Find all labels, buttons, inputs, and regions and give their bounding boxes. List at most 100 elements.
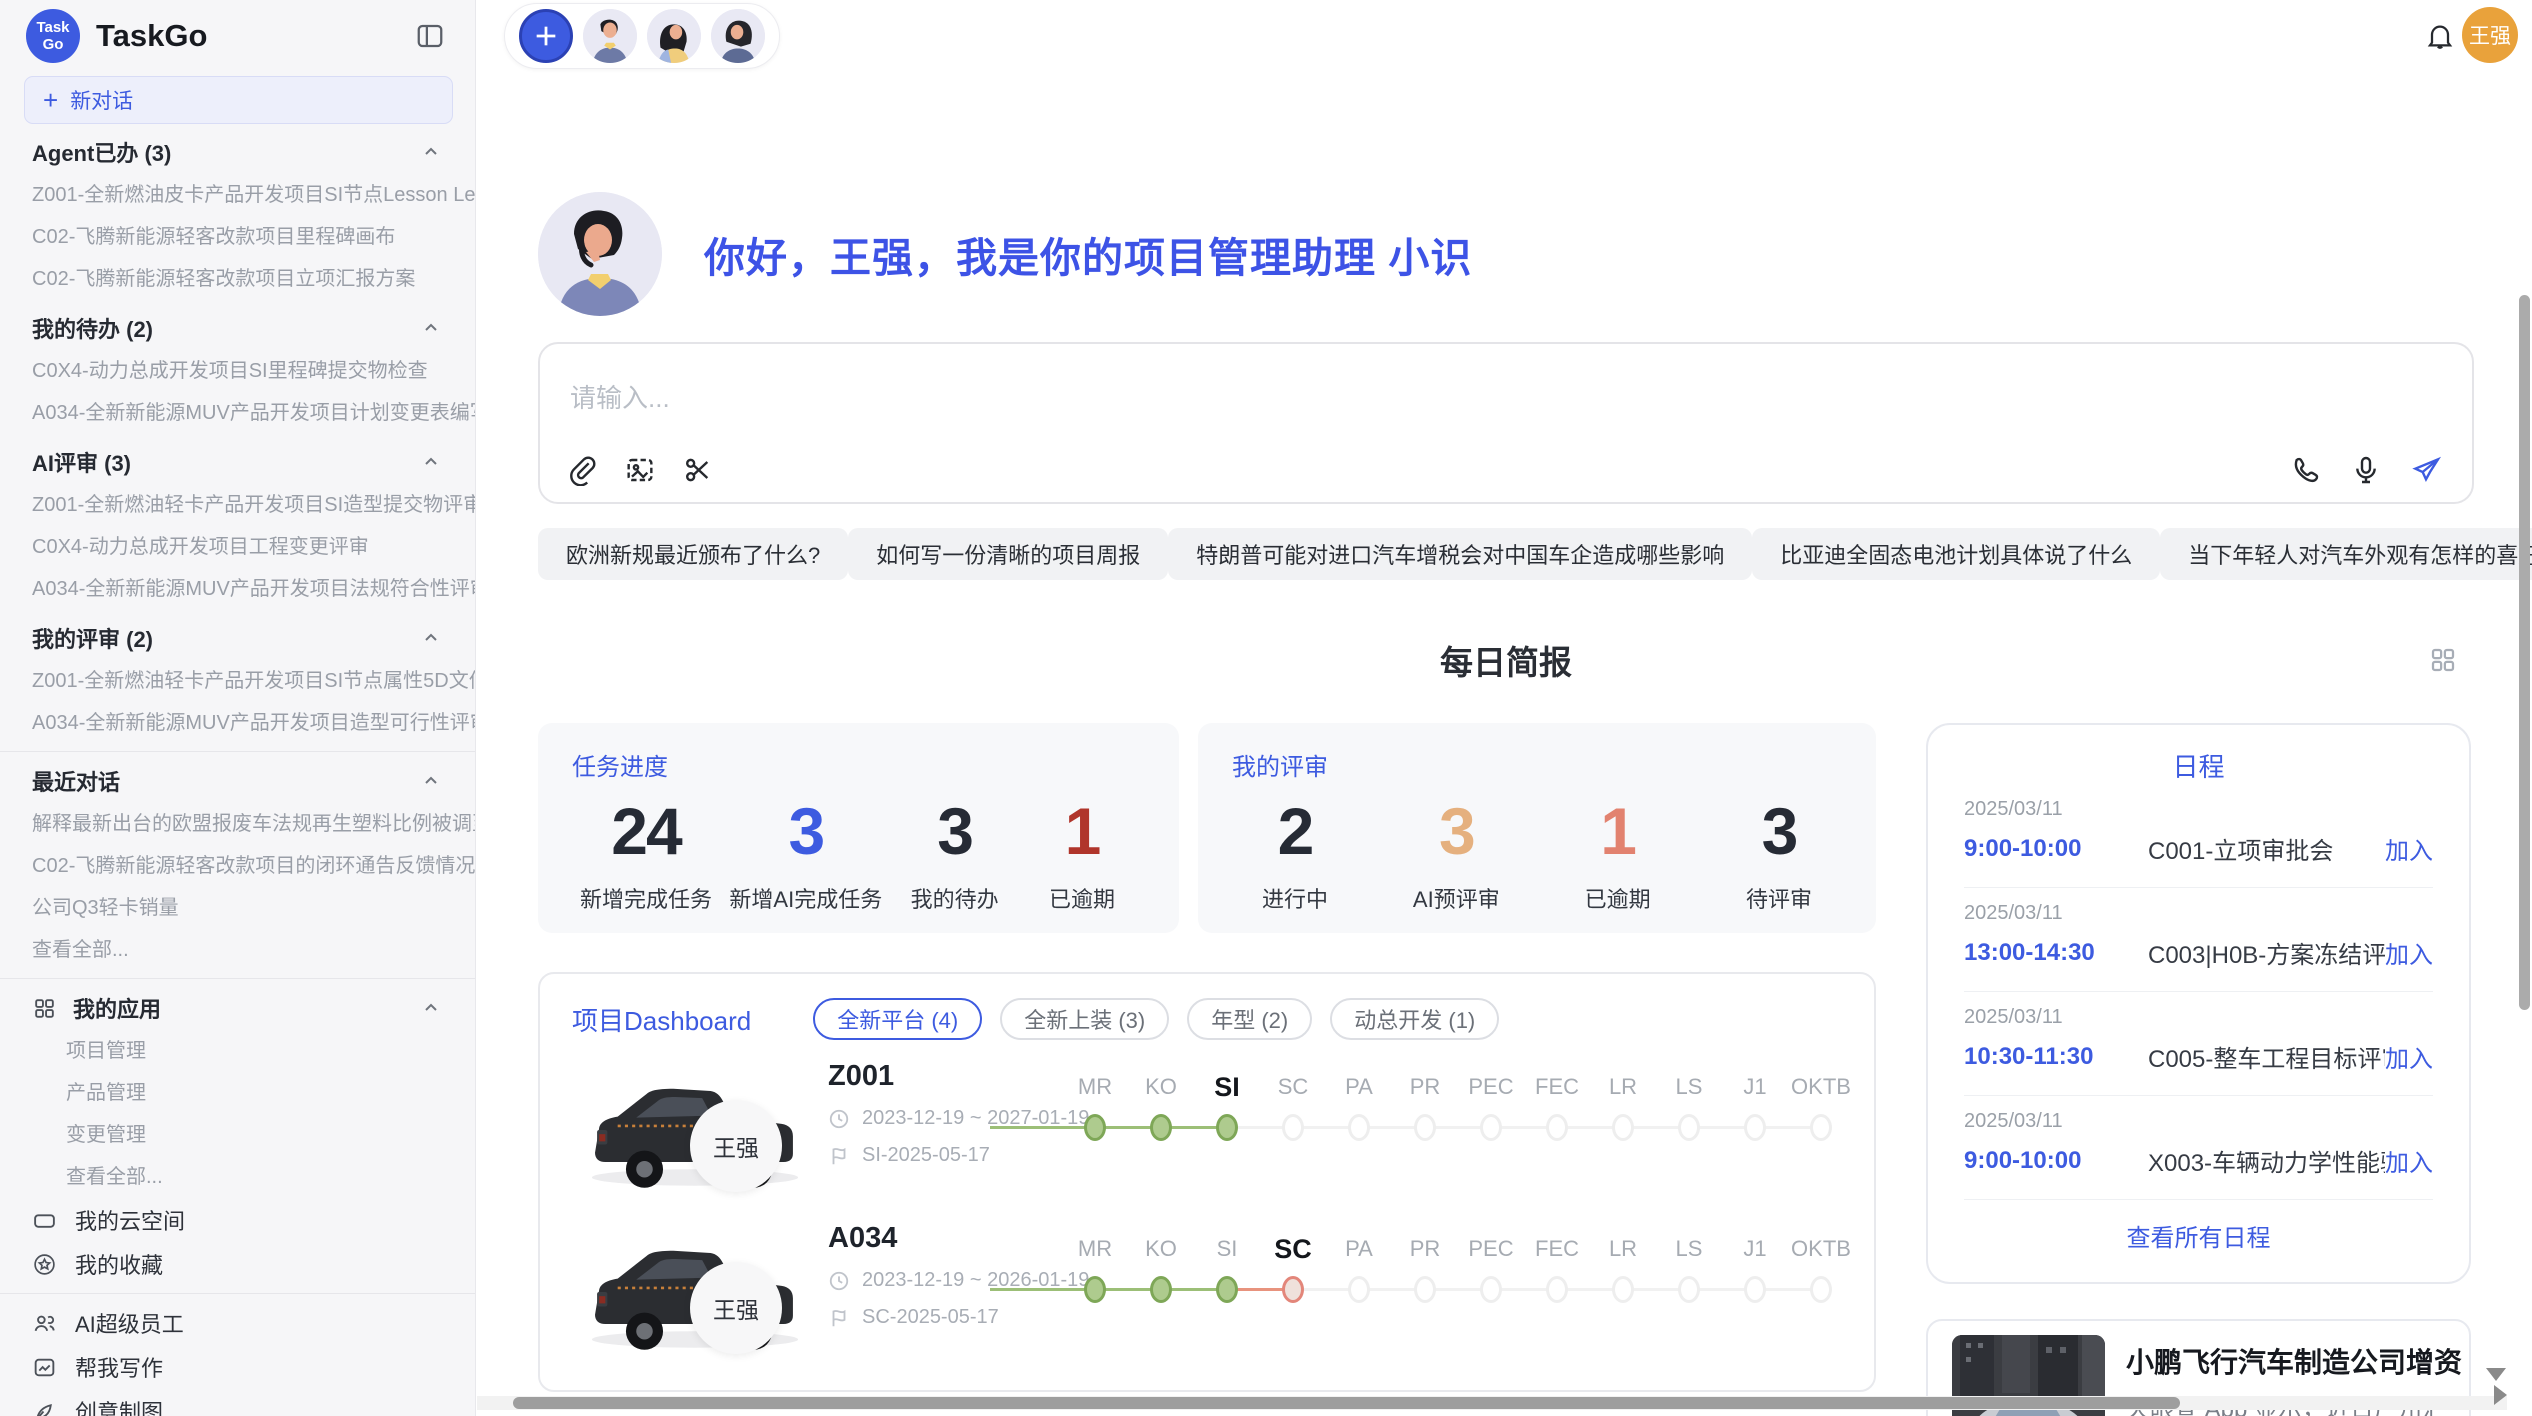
recent-chat-item[interactable]: 公司Q3轻卡销量 bbox=[0, 887, 475, 929]
phone-call-icon[interactable] bbox=[2290, 454, 2322, 486]
notification-bell-icon[interactable] bbox=[2424, 20, 2456, 52]
milestone-label: OKTB bbox=[1791, 1234, 1851, 1264]
section-title: Agent已办 (3) bbox=[32, 136, 171, 168]
metric-value: 3 bbox=[1401, 792, 1511, 870]
milestone-dot bbox=[1150, 1276, 1172, 1303]
microphone-icon[interactable] bbox=[2350, 454, 2382, 486]
sidebar-item[interactable]: Z001-全新燃油轻卡产品开发项目SI造型提交物评审 bbox=[0, 484, 475, 526]
sidebar-item[interactable]: A034-全新新能源MUV产品开发项目造型可行性评审 bbox=[0, 702, 475, 744]
app-item-change-mgmt[interactable]: 变更管理 bbox=[0, 1114, 475, 1156]
divider bbox=[0, 978, 475, 979]
sidebar-item[interactable]: A034-全新新能源MUV产品开发项目法规符合性评审 bbox=[0, 568, 475, 610]
sidebar-item[interactable]: A034-全新新能源MUV产品开发项目计划变更表编写 bbox=[0, 392, 475, 434]
vertical-scrollbar-thumb[interactable] bbox=[2519, 295, 2530, 1010]
apps-view-all[interactable]: 查看全部... bbox=[0, 1156, 475, 1198]
suggestion-chips: 欧洲新规最近颁布了什么? 如何写一份清晰的项目周报 特朗普可能对进口汽车增税会对… bbox=[538, 528, 2474, 580]
section-header-my-review[interactable]: 我的评审 (2) bbox=[0, 616, 475, 660]
milestone-dot bbox=[1810, 1114, 1832, 1141]
view-all-schedule-link[interactable]: 查看所有日程 bbox=[1928, 1200, 2469, 1253]
event-date: 2025/03/11 bbox=[1964, 902, 2433, 925]
flag-label: SC-2025-05-17 bbox=[862, 1306, 999, 1329]
app-item-product-mgmt[interactable]: 产品管理 bbox=[0, 1072, 475, 1114]
user-avatar[interactable]: 王强 bbox=[2462, 7, 2518, 63]
flag-label: SI-2025-05-17 bbox=[862, 1144, 990, 1167]
news-title: 小鹏飞行汽车制造公司增资 bbox=[2126, 1341, 2462, 1381]
sidebar-item-label: 帮我写作 bbox=[75, 1351, 163, 1383]
scissors-icon[interactable] bbox=[682, 454, 714, 486]
sidebar-item-favorites[interactable]: 我的收藏 bbox=[0, 1242, 475, 1286]
app-window: Task Go TaskGo + 新对话 Agent已办 (3) Z001-全新… bbox=[0, 0, 2532, 1416]
divider bbox=[0, 1293, 475, 1294]
tab-new-platform[interactable]: 全新平台 (4) bbox=[813, 998, 982, 1040]
composer-right-icons bbox=[2290, 454, 2442, 486]
recent-view-all[interactable]: 查看全部... bbox=[0, 929, 475, 971]
recent-chat-item[interactable]: C02-飞腾新能源轻客改款项目的闭环通告反馈情况 bbox=[0, 845, 475, 887]
dashboard-title: 项目Dashboard bbox=[572, 1001, 751, 1038]
milestone-label: KO bbox=[1145, 1234, 1177, 1264]
app-item-project-mgmt[interactable]: 项目管理 bbox=[0, 1030, 475, 1072]
suggestion-chip[interactable]: 比亚迪全固态电池计划具体说了什么 bbox=[1752, 528, 2160, 580]
join-link[interactable]: 加入 bbox=[2385, 831, 2433, 866]
suggestion-chip[interactable]: 当下年轻人对汽车外观有怎样的喜好趋势 bbox=[2160, 528, 2532, 580]
tab-powertrain[interactable]: 动总开发 (1) bbox=[1330, 998, 1499, 1040]
project-row-z001[interactable]: 王强 Z001 2023-12-19 ~ 2027-01-19 SI-2025-… bbox=[540, 1054, 1874, 1212]
sidebar-item[interactable]: C0X4-动力总成开发项目工程变更评审 bbox=[0, 526, 475, 568]
sidebar-item-creative-drawing[interactable]: 创意制图 bbox=[0, 1389, 475, 1416]
chevron-up-icon bbox=[421, 998, 441, 1018]
sidebar-item[interactable]: C0X4-动力总成开发项目SI里程碑提交物检查 bbox=[0, 350, 475, 392]
avatar-contact-3[interactable] bbox=[711, 9, 765, 63]
add-contact-button[interactable] bbox=[519, 9, 573, 63]
milestone-label: OKTB bbox=[1791, 1072, 1851, 1102]
screenshot-icon[interactable] bbox=[624, 454, 656, 486]
section-header-ai-review[interactable]: AI评审 (3) bbox=[0, 440, 475, 484]
tab-new-body[interactable]: 全新上装 (3) bbox=[1000, 998, 1169, 1040]
horizontal-scrollbar-thumb[interactable] bbox=[513, 1397, 2180, 1409]
event-date: 2025/03/11 bbox=[1964, 1006, 2433, 1029]
main-content: 王强 你好，王强，我是你的项目管理助理 小识 请输入... bbox=[476, 0, 2532, 1416]
project-info: A034 2023-12-19 ~ 2026-01-19 SC-2025-05-… bbox=[828, 1222, 1058, 1329]
milestone-label: SI bbox=[1217, 1234, 1238, 1264]
metric-value: 3 bbox=[729, 792, 882, 870]
metric-value: 3 bbox=[900, 792, 1010, 870]
sidebar-collapse-icon[interactable] bbox=[415, 21, 445, 51]
project-owner-badge: 王强 bbox=[690, 1262, 782, 1354]
join-link[interactable]: 加入 bbox=[2385, 1039, 2433, 1074]
sidebar-item[interactable]: C02-飞腾新能源轻客改款项目立项汇报方案 bbox=[0, 258, 475, 300]
avatar-contact-1[interactable] bbox=[583, 9, 637, 63]
event-time: 13:00-14:30 bbox=[1964, 939, 2114, 967]
sidebar-item[interactable]: C02-飞腾新能源轻客改款项目里程碑画布 bbox=[0, 216, 475, 258]
sidebar-item[interactable]: Z001-全新燃油轻卡产品开发项目SI节点属性5D文件评审 bbox=[0, 660, 475, 702]
section-header-my-todo[interactable]: 我的待办 (2) bbox=[0, 306, 475, 350]
avatar-contact-2[interactable] bbox=[647, 9, 701, 63]
milestone-label: PEC bbox=[1468, 1234, 1513, 1264]
metric-ai-prereview: 3 AI预评审 bbox=[1401, 792, 1511, 914]
project-row-a034[interactable]: 王强 A034 2023-12-19 ~ 2026-01-19 SC-2025-… bbox=[540, 1216, 1874, 1374]
section-header-agent-done[interactable]: Agent已办 (3) bbox=[0, 130, 475, 174]
sidebar-item-help-me-write[interactable]: 帮我写作 bbox=[0, 1345, 475, 1389]
layout-grid-icon[interactable] bbox=[2428, 645, 2458, 675]
chevron-up-icon bbox=[421, 628, 441, 648]
milestone-label: FEC bbox=[1535, 1234, 1579, 1264]
milestone-label: PA bbox=[1345, 1234, 1373, 1264]
section-header-recent-chats[interactable]: 最近对话 bbox=[0, 759, 475, 803]
metric-pending-review: 3 待评审 bbox=[1724, 792, 1834, 914]
recent-chat-item[interactable]: 解释最新出台的欧盟报废车法规再生塑料比例被调至15%... bbox=[0, 803, 475, 845]
chat-input-box[interactable]: 请输入... bbox=[538, 342, 2474, 504]
attachment-icon[interactable] bbox=[566, 454, 598, 486]
suggestion-chip[interactable]: 特朗普可能对进口汽车增税会对中国车企造成哪些影响 bbox=[1168, 528, 1752, 580]
new-chat-button[interactable]: + 新对话 bbox=[24, 76, 453, 124]
scrollbar-down-arrow[interactable] bbox=[2486, 1368, 2506, 1381]
metric-new-done: 24 新增完成任务 bbox=[580, 792, 712, 914]
join-link[interactable]: 加入 bbox=[2385, 1143, 2433, 1178]
send-icon[interactable] bbox=[2410, 454, 2442, 486]
sidebar-item[interactable]: Z001-全新燃油皮卡产品开发项目SI节点Lesson Learn报告 bbox=[0, 174, 475, 216]
section-header-my-apps[interactable]: 我的应用 bbox=[0, 986, 475, 1030]
sidebar-item-cloud-space[interactable]: 我的云空间 bbox=[0, 1198, 475, 1242]
suggestion-chip[interactable]: 欧洲新规最近颁布了什么? bbox=[538, 528, 848, 580]
scrollbar-right-arrow[interactable] bbox=[2494, 1385, 2507, 1405]
join-link[interactable]: 加入 bbox=[2385, 935, 2433, 970]
tab-model-year[interactable]: 年型 (2) bbox=[1187, 998, 1312, 1040]
section-title: AI评审 (3) bbox=[32, 446, 131, 478]
sidebar-item-ai-super-staff[interactable]: AI超级员工 bbox=[0, 1301, 475, 1345]
suggestion-chip[interactable]: 如何写一份清晰的项目周报 bbox=[848, 528, 1168, 580]
